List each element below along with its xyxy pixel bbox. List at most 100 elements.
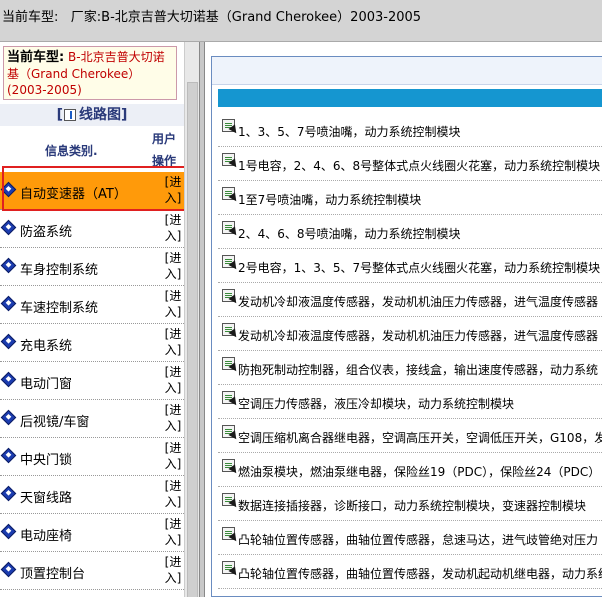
category-list: 自动变速器（AT） [进入] 防盗系统 [进入] 车身控制系统 [进入] 车速控制系统 [进入… <box>0 172 184 590</box>
diagram-list-item[interactable]: 燃油泵模块，燃油泵继电器，保险丝19（PDC），保险丝24（PDC） <box>218 453 602 487</box>
diagram-link-text[interactable]: 发动机冷却液温度传感器，发动机机油压力传感器，进气温度传感器 <box>238 293 598 310</box>
document-link-icon <box>222 221 240 238</box>
sidebar-item[interactable]: 自动变速器（AT） [进入] <box>0 172 184 210</box>
diagram-icon <box>64 109 76 121</box>
content-blue-band <box>218 89 602 107</box>
header-model: 厂家:B-北京吉普大切诺基（Grand Cherokee）2003-2005 <box>70 10 422 25</box>
sidebar-item-label[interactable]: 顶置控制台 <box>20 563 85 582</box>
document-link-icon <box>222 289 240 306</box>
sidebar-item[interactable]: 电动座椅 [进入] <box>0 514 184 552</box>
diagram-link-text[interactable]: 1、3、5、7号喷油嘴，动力系统控制模块 <box>238 123 461 140</box>
sidebar-item-label[interactable]: 车速控制系统 <box>20 297 98 316</box>
page-header: 当前车型: 厂家:B-北京吉普大切诺基（Grand Cherokee）2003-… <box>0 0 602 42</box>
document-link-icon <box>222 493 240 510</box>
diagram-list-item[interactable]: 1至7号喷油嘴，动力系统控制模块 <box>218 181 602 215</box>
enter-link[interactable]: [进入] <box>162 288 184 320</box>
enter-link[interactable]: [进入] <box>162 212 184 244</box>
document-link-icon <box>222 357 240 374</box>
diagram-link-text[interactable]: 2、4、6、8号喷油嘴，动力系统控制模块 <box>238 225 461 242</box>
diagram-link-text[interactable]: 空调压力传感器，液压冷却模块，动力系统控制模块 <box>238 395 514 412</box>
diagram-list-item[interactable]: 数据连接插接器，诊断接口，动力系统控制模块，变速器控制模块 <box>218 487 602 521</box>
left-scrollbar-thumb[interactable] <box>187 82 198 597</box>
right-panel: 1、3、5、7号喷油嘴，动力系统控制模块 1号电容，2、4、6、8号整体式点火线圈… <box>204 42 602 597</box>
enter-link[interactable]: [进入] <box>162 174 184 206</box>
document-link-icon <box>222 153 240 170</box>
header-prefix: 当前车型: <box>2 10 59 25</box>
document-link-icon <box>222 527 240 544</box>
sidebar-item[interactable]: 顶置控制台 [进入] <box>0 552 184 590</box>
sidebar-item-label[interactable]: 后视镜/车窗 <box>20 411 89 430</box>
sidebar-item[interactable]: 中央门锁 [进入] <box>0 438 184 476</box>
enter-link[interactable]: [进入] <box>162 364 184 396</box>
document-link-icon <box>222 561 240 578</box>
content-frame: 1、3、5、7号喷油嘴，动力系统控制模块 1号电容，2、4、6、8号整体式点火线圈… <box>211 56 602 597</box>
diagram-list-item[interactable]: 2号电容，1、3、5、7号整体式点火线圈火花塞，动力系统控制模块 <box>218 249 602 283</box>
diagram-list-item[interactable]: 2、4、6、8号喷油嘴，动力系统控制模块 <box>218 215 602 249</box>
document-link-icon <box>222 391 240 408</box>
diagram-list: 1、3、5、7号喷油嘴，动力系统控制模块 1号电容，2、4、6、8号整体式点火线圈… <box>218 113 602 589</box>
enter-link[interactable]: [进入] <box>162 402 184 434</box>
left-panel: 当前车型: B-北京吉普大切诺基（Grand Cherokee）(2003-20… <box>0 42 200 597</box>
diagram-link-text[interactable]: 1号电容，2、4、6、8号整体式点火线圈火花塞，动力系统控制模块 <box>238 157 600 174</box>
sidebar-item-label[interactable]: 天窗线路 <box>20 487 72 506</box>
diamond-bullet-icon <box>0 561 17 578</box>
sidebar-item-label[interactable]: 电动门窗 <box>20 373 72 392</box>
enter-link[interactable]: [进入] <box>162 516 184 548</box>
diagram-link-text[interactable]: 2号电容，1、3、5、7号整体式点火线圈火花塞，动力系统控制模块 <box>238 259 600 276</box>
current-model-box: 当前车型: B-北京吉普大切诺基（Grand Cherokee）(2003-20… <box>3 46 177 100</box>
document-link-icon <box>222 459 240 476</box>
sidebar-item-label[interactable]: 充电系统 <box>20 335 72 354</box>
sidebar-item-label[interactable]: 防盗系统 <box>20 221 72 240</box>
enter-link[interactable]: [进入] <box>162 554 184 586</box>
diagram-link-text[interactable]: 发动机冷却液温度传感器，发动机机油压力传感器，进气温度传感器 <box>238 327 598 344</box>
diagram-title-text: 线路图 <box>79 107 121 123</box>
diagram-list-item[interactable]: 防抱死制动控制器，组合仪表，接线盒，输出速度传感器，动力系统 <box>218 351 602 385</box>
diagram-list-item[interactable]: 凸轮轴位置传感器，曲轴位置传感器，发动机起动机继电器，动力系统 <box>218 555 602 589</box>
sidebar-item[interactable]: 车身控制系统 [进入] <box>0 248 184 286</box>
diagram-title: [线路图] <box>0 104 184 126</box>
sidebar-item[interactable]: 电动门窗 [进入] <box>0 362 184 400</box>
diagram-list-item[interactable]: 空调压缩机离合器继电器，空调高压开关，空调低压开关，G108，发 <box>218 419 602 453</box>
document-link-icon <box>222 323 240 340</box>
diagram-list-item[interactable]: 发动机冷却液温度传感器，发动机机油压力传感器，进气温度传感器 <box>218 317 602 351</box>
sidebar-item-label[interactable]: 电动座椅 <box>20 525 72 544</box>
diagram-list-item[interactable]: 1号电容，2、4、6、8号整体式点火线圈火花塞，动力系统控制模块 <box>218 147 602 181</box>
document-link-icon <box>222 255 240 272</box>
sidebar-item-label[interactable]: 自动变速器（AT） <box>20 183 127 202</box>
diagram-list-item[interactable]: 凸轮轴位置传感器，曲轴位置传感器，怠速马达，进气歧管绝对压力 <box>218 521 602 555</box>
enter-link[interactable]: [进入] <box>162 326 184 358</box>
diamond-bullet-icon <box>0 485 17 502</box>
diagram-list-item[interactable]: 空调压力传感器，液压冷却模块，动力系统控制模块 <box>218 385 602 419</box>
enter-link[interactable]: [进入] <box>162 478 184 510</box>
sidebar-item-label[interactable]: 中央门锁 <box>20 449 72 468</box>
diagram-link-text[interactable]: 空调压缩机离合器继电器，空调高压开关，空调低压开关，G108，发 <box>238 429 602 446</box>
diagram-link-text[interactable]: 凸轮轴位置传感器，曲轴位置传感器，发动机起动机继电器，动力系统 <box>238 565 602 582</box>
sidebar-item[interactable]: 防盗系统 [进入] <box>0 210 184 248</box>
sidebar-item[interactable]: 充电系统 [进入] <box>0 324 184 362</box>
diagram-link-text[interactable]: 1至7号喷油嘴，动力系统控制模块 <box>238 191 421 208</box>
diamond-bullet-icon <box>0 371 17 388</box>
diamond-bullet-icon <box>0 523 17 540</box>
document-link-icon <box>222 425 240 442</box>
diagram-link-text[interactable]: 凸轮轴位置传感器，曲轴位置传感器，怠速马达，进气歧管绝对压力 <box>238 531 598 548</box>
column-header: 信息类别. 用户 操作 <box>0 128 184 172</box>
left-scrollbar[interactable] <box>184 42 199 597</box>
diamond-bullet-icon <box>0 219 17 236</box>
document-link-icon <box>222 119 240 136</box>
col-ops: 用户 操作 <box>152 132 177 168</box>
document-link-icon <box>222 187 240 204</box>
diamond-bullet-icon <box>0 181 17 198</box>
enter-link[interactable]: [进入] <box>162 250 184 282</box>
diamond-bullet-icon <box>0 295 17 312</box>
enter-link[interactable]: [进入] <box>162 440 184 472</box>
sidebar-item[interactable]: 后视镜/车窗 [进入] <box>0 400 184 438</box>
diamond-bullet-icon <box>0 333 17 350</box>
diagram-list-item[interactable]: 发动机冷却液温度传感器，发动机机油压力传感器，进气温度传感器 <box>218 283 602 317</box>
sidebar-item[interactable]: 天窗线路 [进入] <box>0 476 184 514</box>
sidebar-item[interactable]: 车速控制系统 [进入] <box>0 286 184 324</box>
diagram-link-text[interactable]: 燃油泵模块，燃油泵继电器，保险丝19（PDC），保险丝24（PDC） <box>238 463 600 480</box>
sidebar-item-label[interactable]: 车身控制系统 <box>20 259 98 278</box>
diagram-link-text[interactable]: 数据连接插接器，诊断接口，动力系统控制模块，变速器控制模块 <box>238 497 586 514</box>
diagram-link-text[interactable]: 防抱死制动控制器，组合仪表，接线盒，输出速度传感器，动力系统 <box>238 361 598 378</box>
diagram-list-item[interactable]: 1、3、5、7号喷油嘴，动力系统控制模块 <box>218 113 602 147</box>
